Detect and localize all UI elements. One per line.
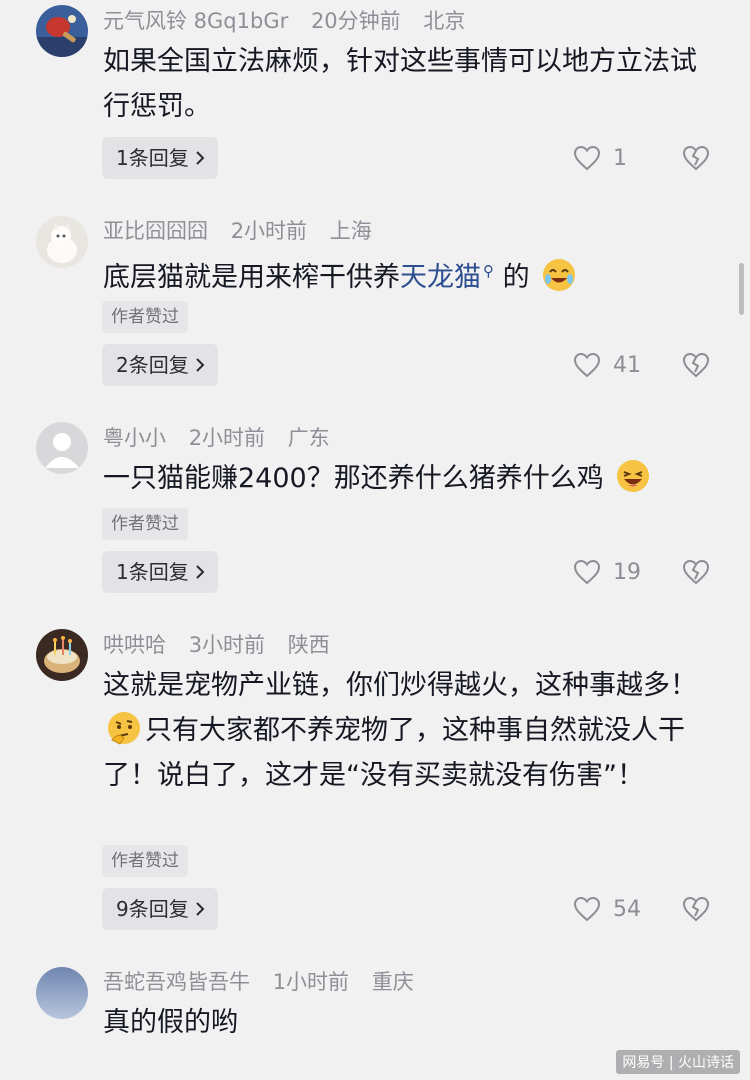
author-liked-badge: 作者赞过 [102, 845, 188, 877]
comment-text-part: 的 [502, 262, 530, 293]
user-avatar[interactable] [36, 967, 88, 1019]
thinking-emoji-icon [108, 712, 140, 745]
view-replies-button[interactable]: 1条回复 [102, 137, 218, 179]
user-avatar[interactable] [36, 5, 88, 57]
comment-location: 陕西 [287, 633, 330, 657]
comment-location: 北京 [423, 9, 466, 33]
dislike-button[interactable] [682, 145, 710, 175]
username[interactable]: 哄哄哈 [103, 633, 166, 657]
comment-meta: 吾蛇吾鸡皆吾牛 1小时前 重庆 [103, 969, 430, 995]
comment-text: 这就是宠物产业链，你们炒得越火，这种事越多！ 只有大家都不养宠物了，这种事自然就… [103, 663, 713, 798]
comment-meta: 亚比囧囧囧 2小时前 上海 [103, 218, 388, 244]
comment-text: 如果全国立法麻烦，针对这些事情可以地方立法试行惩罚。 [103, 39, 713, 129]
avatar-image [36, 216, 88, 268]
scrollbar[interactable] [739, 263, 744, 315]
chevron-right-icon [196, 151, 205, 165]
username[interactable]: 元气风铃 8Gq1bGr [103, 9, 288, 33]
dislike-button[interactable] [682, 352, 710, 382]
username[interactable]: 吾蛇吾鸡皆吾牛 [103, 970, 250, 994]
comment-time: 1小时前 [272, 970, 350, 994]
default-avatar-icon [36, 422, 88, 474]
comment-text: 底层猫就是用来榨干供养天龙猫 ⚲ 的 [103, 249, 713, 300]
user-avatar[interactable] [36, 216, 88, 268]
chevron-right-icon [196, 565, 205, 579]
comment-meta: 元气风铃 8Gq1bGr 20分钟前 北京 [103, 8, 481, 34]
chevron-right-icon [196, 358, 205, 372]
username[interactable]: 亚比囧囧囧 [103, 219, 208, 243]
like-button[interactable]: 19 [573, 559, 641, 585]
comment-location: 上海 [329, 219, 372, 243]
laughing-emoji-icon [617, 460, 650, 492]
view-replies-button[interactable]: 1条回复 [102, 551, 218, 593]
dislike-button[interactable] [682, 896, 710, 926]
watermark: 网易号 | 火山诗话 [616, 1050, 740, 1074]
comment-text-part: 真的假的哟 [103, 1007, 238, 1038]
like-button[interactable]: 54 [573, 896, 641, 922]
chevron-right-icon [196, 902, 205, 916]
broken-heart-icon [682, 145, 710, 171]
author-liked-badge: 作者赞过 [102, 508, 188, 540]
user-avatar[interactable] [36, 629, 88, 681]
comment-time: 2小时前 [188, 426, 266, 450]
reply-count-label: 1条回复 [116, 560, 189, 584]
heart-outline-icon [573, 352, 601, 378]
user-avatar[interactable] [36, 422, 88, 474]
dislike-button[interactable] [682, 559, 710, 589]
heart-outline-icon [573, 896, 601, 922]
avatar-image [36, 5, 88, 57]
comment-text-part: 只有大家都不养宠物了，这种事自然就没人干了！说白了，这才是“没有买卖就没有伤害”… [103, 715, 685, 791]
comment-location: 广东 [287, 426, 330, 450]
like-button[interactable]: 1 [573, 145, 627, 171]
comment-text-part: 一只猫能赚2400？那还养什么猪养什么鸡 [103, 463, 604, 494]
comment-text-part: 这就是宠物产业链，你们炒得越火，这种事越多！ [103, 670, 697, 701]
reply-count-label: 2条回复 [116, 353, 189, 377]
comment-text-part: 底层猫就是用来榨干供养 [103, 262, 400, 293]
search-keyword-link[interactable]: 天龙猫 [400, 262, 481, 293]
comment-text: 一只猫能赚2400？那还养什么猪养什么鸡 [103, 456, 713, 501]
view-replies-button[interactable]: 9条回复 [102, 888, 218, 930]
comment-meta: 粤小小 2小时前 广东 [103, 425, 346, 451]
comment-text: 真的假的哟 [103, 1000, 713, 1045]
comment-meta: 哄哄哈 3小时前 陕西 [103, 632, 346, 658]
like-count: 19 [613, 559, 641, 585]
comment-time: 2小时前 [230, 219, 308, 243]
view-replies-button[interactable]: 2条回复 [102, 344, 218, 386]
comment-text-part: 如果全国立法麻烦，针对这些事情可以地方立法试行惩罚。 [103, 46, 697, 122]
like-count: 41 [613, 352, 641, 378]
broken-heart-icon [682, 352, 710, 378]
author-liked-badge: 作者赞过 [102, 301, 188, 333]
broken-heart-icon [682, 559, 710, 585]
avatar-image [36, 629, 88, 681]
like-count: 1 [613, 145, 627, 171]
broken-heart-icon [682, 896, 710, 922]
reply-count-label: 9条回复 [116, 897, 189, 921]
like-count: 54 [613, 896, 641, 922]
search-icon[interactable]: ⚲ [483, 262, 494, 280]
comment-time: 3小时前 [188, 633, 266, 657]
like-button[interactable]: 41 [573, 352, 641, 378]
heart-outline-icon [573, 559, 601, 585]
avatar-image [36, 967, 88, 1019]
crying-laughing-emoji-icon [543, 259, 576, 291]
comment-time: 20分钟前 [310, 9, 401, 33]
comment-location: 重庆 [371, 970, 414, 994]
heart-outline-icon [573, 145, 601, 171]
reply-count-label: 1条回复 [116, 146, 189, 170]
username[interactable]: 粤小小 [103, 426, 166, 450]
